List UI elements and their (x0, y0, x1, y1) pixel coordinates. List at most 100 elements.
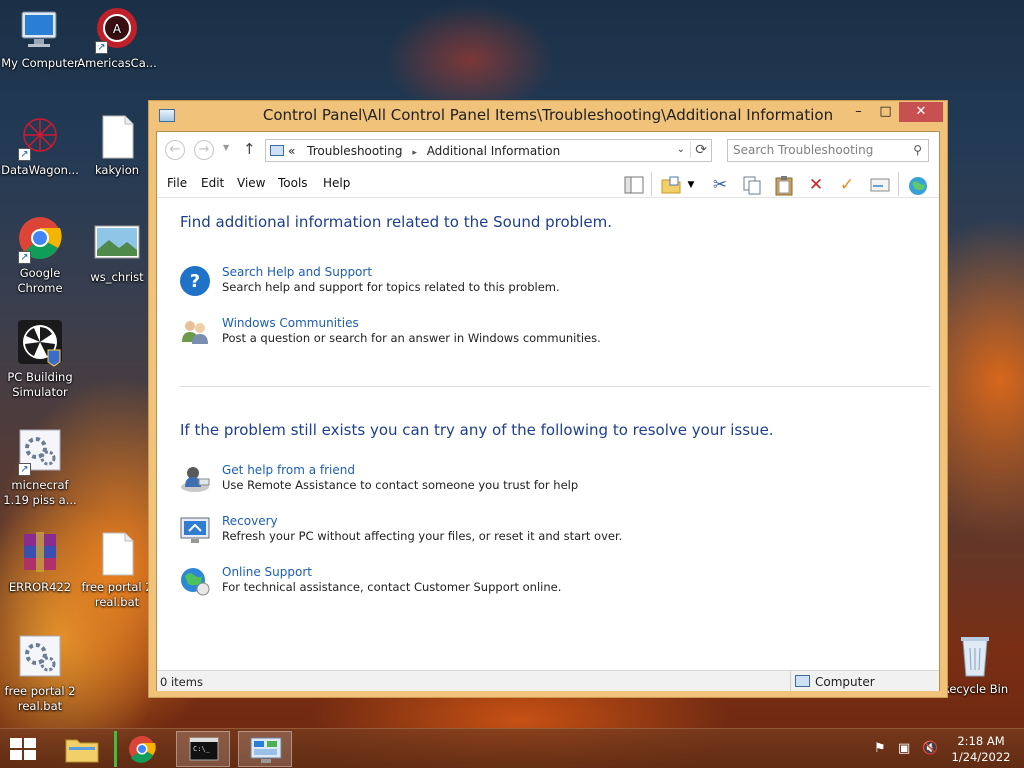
remote-assistance-icon (179, 463, 211, 495)
desktop-icon-label: micnecraf 1.19 piss a... (3, 478, 77, 507)
back-arrow-icon[interactable]: ← (165, 140, 185, 160)
recovery-link[interactable]: Recovery (222, 514, 278, 528)
breadcrumb-overflow[interactable]: « (288, 144, 295, 158)
maximize-button[interactable]: □ (872, 102, 899, 122)
network-icon[interactable]: ▣ (898, 741, 910, 756)
mail-icon[interactable] (869, 174, 891, 196)
menu-bar: File Edit View Tools Help ▼ ✂ ✕ ✓ (157, 168, 939, 198)
blank-file-icon (93, 113, 141, 161)
start-button[interactable] (10, 738, 38, 762)
winrar-archive-icon (16, 530, 64, 578)
forward-arrow-icon[interactable]: → (194, 140, 214, 160)
shortcut-arrow-icon: ↗ (18, 148, 31, 161)
blank-file-icon (93, 530, 141, 578)
search-help-link[interactable]: Search Help and Support (222, 265, 372, 279)
desktop-icon-my-computer[interactable]: My Computer (0, 6, 80, 71)
navigation-bar: ← → ▼ ↑ « Troubleshooting ▸ Additional I… (157, 132, 939, 168)
windows-communities-link[interactable]: Windows Communities (222, 316, 359, 330)
status-zone-divider (790, 671, 791, 691)
desktop-icon-kakyion[interactable]: kakyion (77, 113, 157, 178)
svg-text:?: ? (190, 271, 200, 292)
refresh-icon[interactable]: ⟳ (690, 142, 707, 158)
shortcut-arrow-icon: ↗ (18, 463, 31, 476)
breadcrumb-additional-information[interactable]: Additional Information (427, 144, 561, 158)
volume-muted-icon[interactable]: 🔇 (922, 741, 938, 756)
delete-icon[interactable]: ✕ (805, 174, 827, 196)
config-gear-file-icon (16, 634, 64, 682)
breadcrumb: « Troubleshooting ▸ Additional Informati… (288, 144, 560, 158)
item-count: 0 items (160, 675, 203, 689)
breadcrumb-separator-icon[interactable]: ▸ (412, 148, 417, 158)
taskbar-command-prompt[interactable]: C:\_ (176, 731, 230, 767)
search-icon[interactable]: ⚲ (913, 143, 922, 157)
action-center-flag-icon[interactable]: ⚑ (874, 741, 886, 756)
desktop-icon-google-chrome[interactable]: ↗ Google Chrome (0, 216, 80, 296)
paste-icon[interactable] (773, 174, 795, 196)
datawagon-icon: ↗ (16, 113, 64, 161)
windows-logo-icon-part (24, 750, 36, 760)
desktop-icon-micnecraf[interactable]: ↗ micnecraf 1.19 piss a... (0, 428, 80, 508)
get-help-friend-link[interactable]: Get help from a friend (222, 463, 355, 477)
desktop-icon-label: My Computer (1, 56, 79, 70)
help-question-icon: ? (179, 265, 211, 297)
minimize-button[interactable]: – (845, 102, 872, 122)
cut-icon[interactable]: ✂ (709, 174, 731, 196)
desktop-icon-ws-christ[interactable]: ws_christ (77, 220, 157, 285)
community-people-icon (179, 316, 211, 348)
menu-help[interactable]: Help (323, 176, 350, 190)
chrome-icon (129, 736, 156, 763)
windows-logo-icon-part (10, 750, 22, 760)
recent-locations-chevron-icon[interactable]: ▼ (223, 143, 229, 152)
online-support-description: For technical assistance, contact Custom… (222, 580, 562, 594)
windows-logo-icon (10, 738, 22, 748)
folder-options-icon[interactable] (660, 174, 682, 196)
up-arrow-icon[interactable]: ↑ (243, 140, 256, 158)
toolbar-separator (651, 172, 652, 196)
close-button[interactable]: ✕ (899, 102, 943, 122)
svg-text:C:\_: C:\_ (193, 745, 211, 753)
poker-chip-icon: A ↗ (93, 6, 141, 54)
desktop-icon-pc-building-simulator[interactable]: PC Building Simulator (0, 320, 80, 400)
recovery-description: Refresh your PC without affecting your f… (222, 529, 623, 543)
status-bar: 0 items Computer (157, 670, 939, 691)
search-input[interactable] (733, 143, 903, 157)
troubleshooting-window: Control Panel\All Control Panel Items\Tr… (148, 100, 948, 698)
copy-icon[interactable] (741, 174, 763, 196)
control-panel-folder-icon (270, 145, 284, 156)
menu-tools[interactable]: Tools (278, 176, 308, 190)
taskbar-clock[interactable]: 2:18 AM 1/24/2022 (945, 733, 1017, 765)
breadcrumb-troubleshooting[interactable]: Troubleshooting (307, 144, 402, 158)
menu-edit[interactable]: Edit (201, 176, 224, 190)
properties-check-icon[interactable]: ✓ (836, 174, 858, 196)
search-box[interactable]: ⚲ (727, 139, 929, 162)
online-support-link[interactable]: Online Support (222, 565, 312, 579)
desktop-icon-error422[interactable]: ERROR422 (0, 530, 80, 595)
taskbar: C:\_ ⚑ ▣ 🔇 2:18 AM 1/24/2022 (0, 728, 1024, 768)
shortcut-arrow-icon: ↗ (18, 251, 31, 264)
windows-logo-icon-part (24, 738, 36, 748)
taskbar-google-chrome[interactable] (114, 731, 168, 767)
toolbar-separator (898, 172, 899, 196)
desktop-icon-datawagon[interactable]: ↗ DataWagon... (0, 113, 80, 178)
web-globe-icon[interactable] (907, 174, 929, 196)
folder-options-chevron-icon[interactable]: ▼ (685, 174, 697, 196)
layout-pane-icon[interactable] (623, 174, 645, 196)
recovery-monitor-icon (179, 514, 211, 546)
desktop-icon-free-portal-2-b[interactable]: free portal 2 real.bat (0, 634, 80, 714)
windows-communities-description: Post a question or search for an answer … (222, 331, 601, 345)
desktop-icon-free-portal-2-a[interactable]: free portal 2 real.bat (77, 530, 157, 610)
desktop-icon-label: ws_christ (90, 270, 144, 284)
image-file-icon (93, 220, 141, 268)
taskbar-file-explorer[interactable] (55, 731, 109, 767)
taskbar-control-panel[interactable] (238, 731, 292, 767)
desktop-icon-americas-cardroom[interactable]: A ↗ AmericasCa... (77, 6, 157, 71)
menu-view[interactable]: View (237, 176, 265, 190)
shortcut-arrow-icon: ↗ (95, 41, 108, 54)
address-dropdown-chevron-icon[interactable]: ⌄ (677, 144, 685, 155)
menu-file[interactable]: File (167, 176, 187, 190)
address-bar[interactable]: « Troubleshooting ▸ Additional Informati… (265, 139, 712, 162)
section-heading-sound: Find additional information related to t… (180, 213, 612, 231)
status-zone-label: Computer (815, 675, 875, 689)
desktop-icon-label: free portal 2 real.bat (81, 580, 153, 609)
window-title: Control Panel\All Control Panel Items\Tr… (262, 106, 834, 124)
